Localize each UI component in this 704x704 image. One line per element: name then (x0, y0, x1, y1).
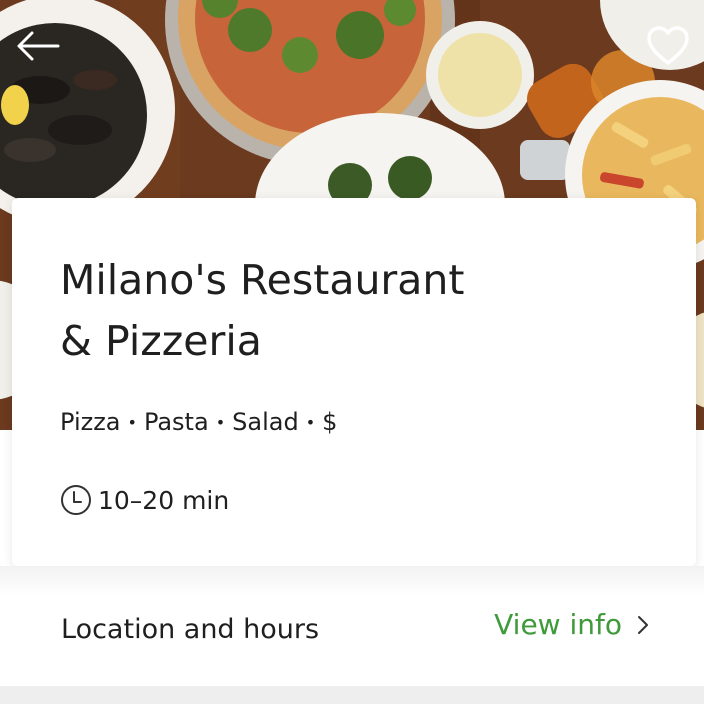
bottom-divider (0, 686, 704, 704)
category-tags: Pizza • Pasta • Salad • $ (60, 408, 337, 436)
view-info-link[interactable]: View info (494, 608, 650, 641)
clock-icon (61, 485, 91, 515)
restaurant-title-line1: Milano's Restaurant (60, 256, 465, 304)
view-info-label: View info (494, 608, 622, 641)
restaurant-info-card: Milano's Restaurant & Pizzeria Pizza • P… (12, 198, 696, 566)
location-hours-label: Location and hours (61, 614, 320, 645)
category-tag: Salad (232, 408, 299, 436)
delivery-time-text: 10–20 min (98, 485, 230, 515)
favorite-button[interactable] (646, 26, 702, 82)
delivery-time: 10–20 min (60, 484, 229, 516)
category-tag: Pasta (143, 408, 209, 436)
heart-outline-icon (647, 26, 689, 65)
arrow-left-icon (17, 31, 60, 61)
section-divider (0, 566, 704, 596)
tag-separator: • (305, 412, 316, 432)
location-hours-row: Location and hours View info (0, 596, 704, 676)
restaurant-title: Milano's Restaurant & Pizzeria (60, 250, 620, 372)
price-level: $ (322, 408, 338, 436)
tag-separator: • (127, 412, 137, 432)
back-button[interactable] (16, 30, 72, 86)
tag-separator: • (215, 412, 226, 432)
chevron-right-icon (638, 615, 648, 634)
category-tag: Pizza (60, 408, 121, 436)
restaurant-title-line2: & Pizzeria (60, 317, 262, 365)
